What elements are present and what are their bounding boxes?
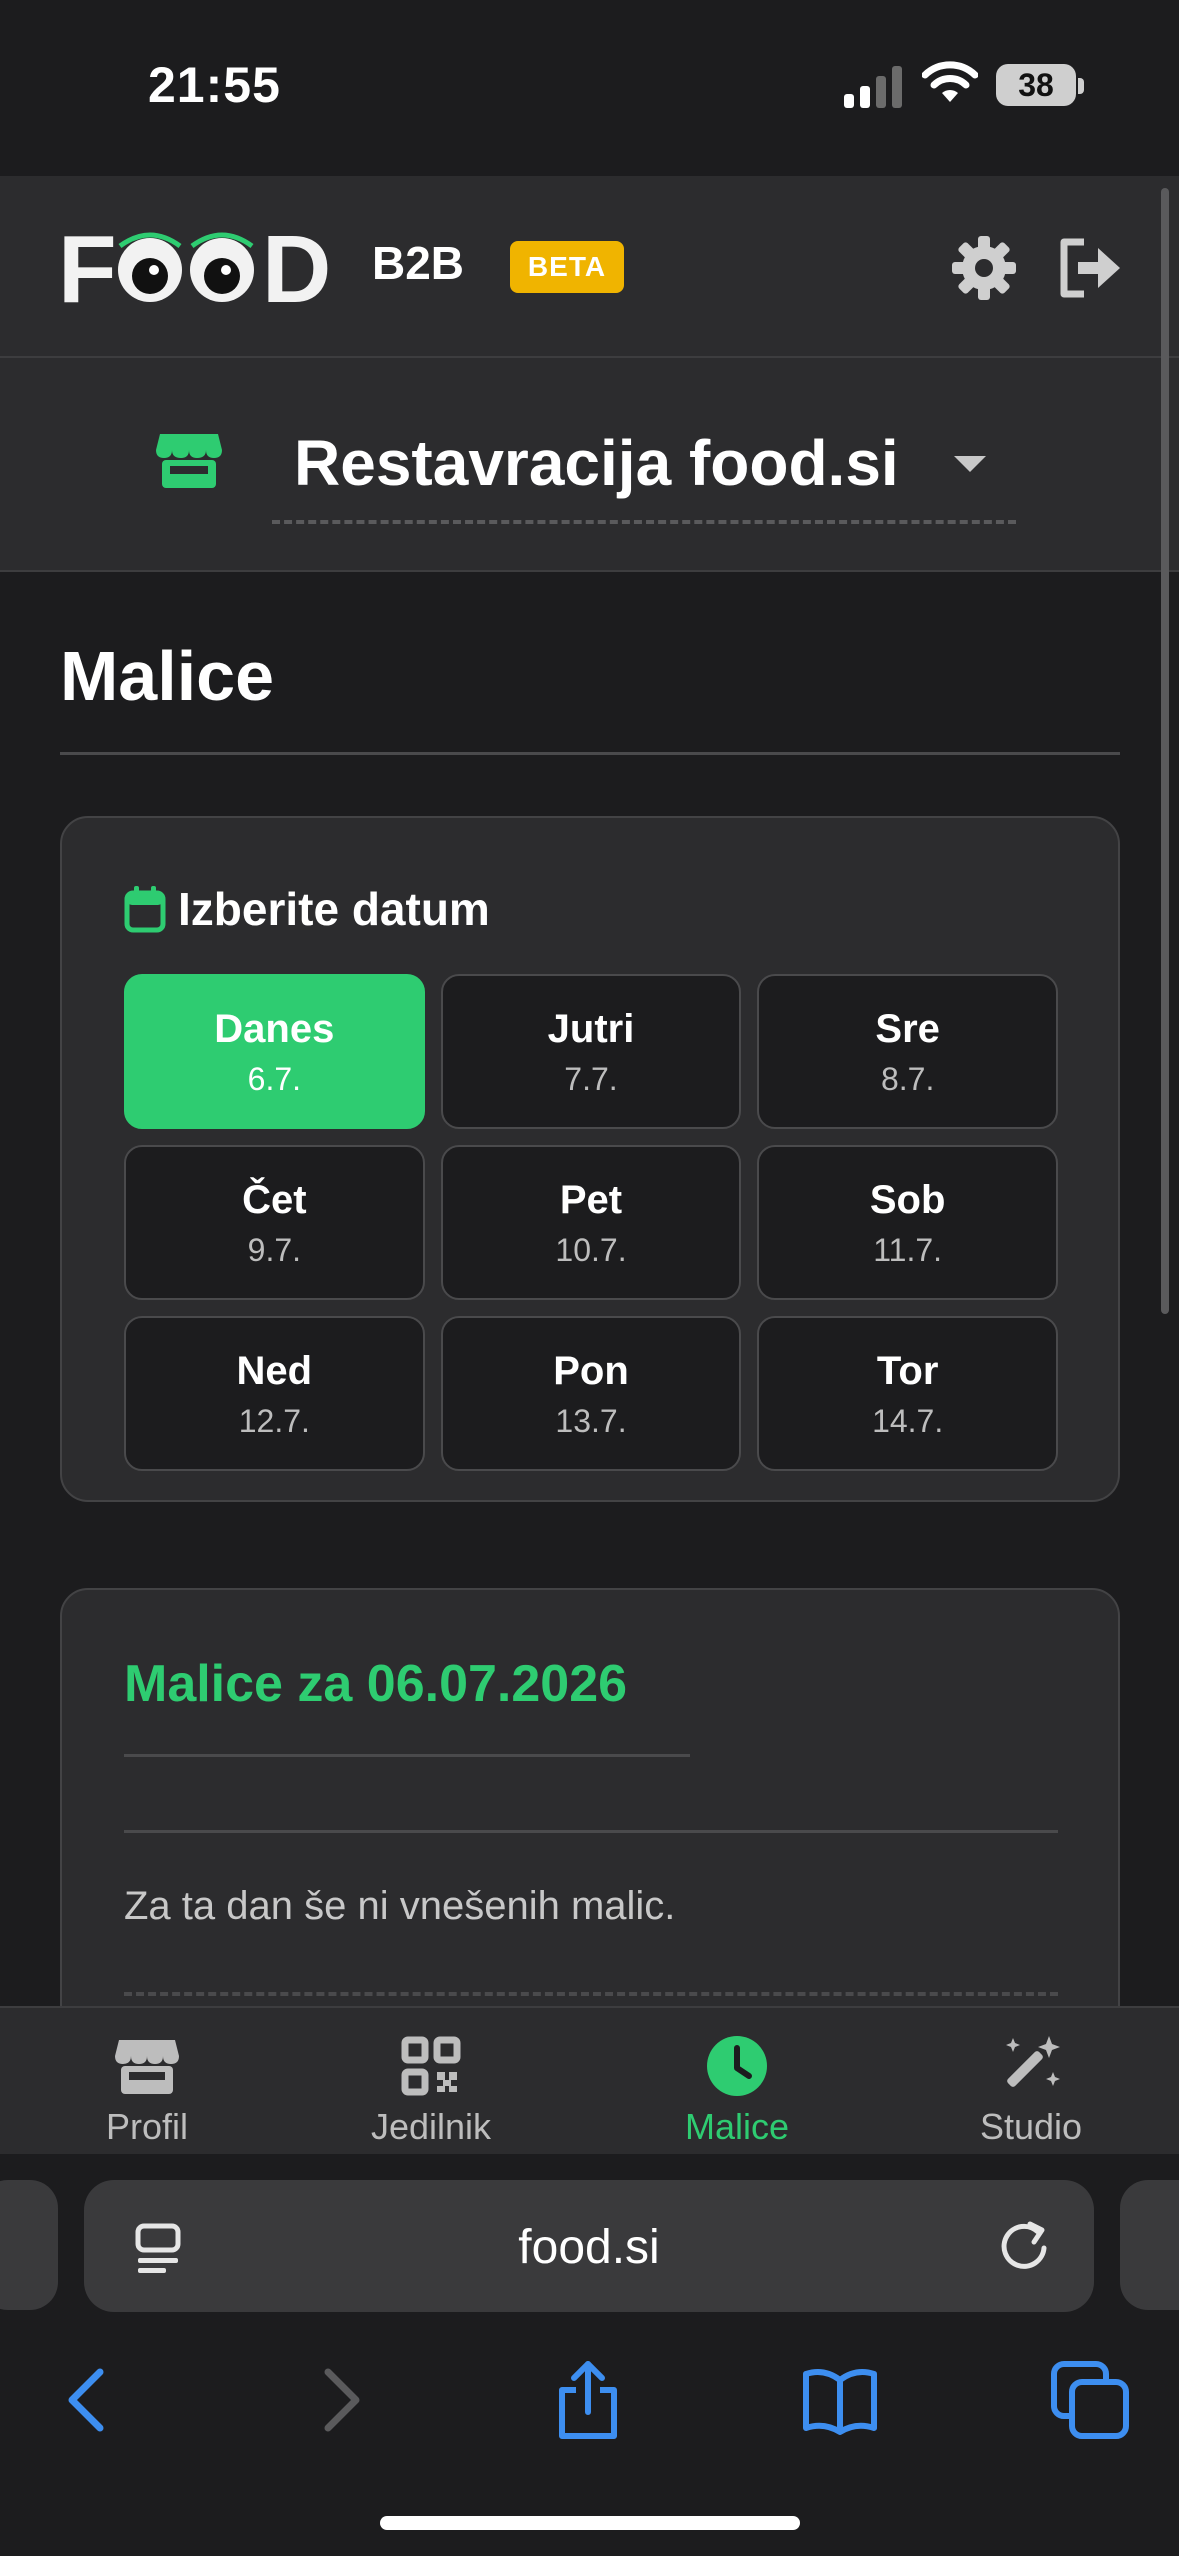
date-day: Čet xyxy=(242,1178,307,1222)
date-button-pon[interactable]: Pon 13.7. xyxy=(440,1316,742,1471)
date-value: 13.7. xyxy=(555,1403,627,1439)
date-button-ned[interactable]: Ned 12.7. xyxy=(124,1316,425,1471)
wifi-icon xyxy=(922,61,978,102)
date-picker-card: Izberite datum Danes 6.7. Jutri 7.7. Sre… xyxy=(60,816,1120,1502)
tab-label: Profil xyxy=(105,2106,189,2147)
home-indicator[interactable] xyxy=(380,2516,800,2530)
date-day: Jutri xyxy=(547,1007,635,1051)
screen: 21:55 38 F D B2B BETA Restavracija food.… xyxy=(0,0,1179,2556)
status-bar: 21:55 38 xyxy=(0,0,1179,176)
app-header: F D B2B BETA xyxy=(0,176,1179,358)
tabs-icon[interactable] xyxy=(1050,2360,1130,2440)
forward-icon[interactable] xyxy=(300,2360,380,2440)
date-value: 8.7. xyxy=(880,1061,935,1097)
date-day: Sob xyxy=(869,1178,946,1222)
back-icon[interactable] xyxy=(48,2360,128,2440)
scrollbar[interactable] xyxy=(1161,188,1169,1314)
battery-level: 38 xyxy=(1018,67,1054,103)
date-button-sob[interactable]: Sob 11.7. xyxy=(757,1145,1058,1300)
battery-icon: 38 xyxy=(996,64,1076,106)
date-day: Tor xyxy=(876,1349,939,1393)
store-icon xyxy=(115,2040,179,2094)
status-time: 21:55 xyxy=(148,57,281,113)
browser-nav-row xyxy=(0,2354,1179,2444)
date-picker-title: Izberite datum xyxy=(178,883,490,935)
date-value: 12.7. xyxy=(238,1403,310,1439)
date-value: 10.7. xyxy=(555,1232,627,1268)
meals-divider xyxy=(124,1830,1058,1833)
date-button-pet[interactable]: Pet 10.7. xyxy=(440,1145,742,1300)
logout-icon[interactable] xyxy=(1054,232,1126,304)
date-value: 14.7. xyxy=(872,1403,944,1439)
restaurant-name: Restavracija food.si xyxy=(294,427,899,499)
page-title: Malice xyxy=(60,637,274,715)
svg-text:D: D xyxy=(262,216,331,312)
store-icon xyxy=(156,434,222,488)
meals-title: Malice za 06.07.2026 xyxy=(124,1655,628,1713)
tab-profil[interactable]: Profil xyxy=(0,2008,294,2156)
date-picker-header: Izberite datum xyxy=(124,882,490,936)
date-day: Pet xyxy=(559,1178,623,1222)
tab-label: Jedilnik xyxy=(370,2106,492,2147)
tab-studio[interactable]: Studio xyxy=(884,2008,1178,2156)
date-day: Sre xyxy=(875,1007,940,1051)
date-button-tor[interactable]: Tor 14.7. xyxy=(757,1316,1058,1471)
gear-icon[interactable] xyxy=(948,232,1020,304)
svg-text:F: F xyxy=(58,216,117,312)
tab-malice[interactable]: Malice xyxy=(590,2008,884,2156)
tab-label: Studio xyxy=(979,2106,1083,2147)
date-day: Pon xyxy=(553,1349,629,1393)
title-divider xyxy=(60,752,1120,755)
date-value: 7.7. xyxy=(564,1061,618,1097)
bookmarks-icon[interactable] xyxy=(800,2360,880,2440)
cellular-signal-icon xyxy=(844,66,902,108)
meals-title-underline xyxy=(124,1754,690,1757)
battery-tip xyxy=(1078,78,1084,94)
next-tab-preview[interactable] xyxy=(1120,2180,1179,2310)
browser-toolbar: food.si xyxy=(0,2154,1179,2556)
reload-icon[interactable] xyxy=(994,2216,1054,2276)
qr-code-icon xyxy=(401,2036,461,2096)
date-grid: Danes 6.7. Jutri 7.7. Sre 8.7. Čet 9.7. … xyxy=(124,974,1058,1471)
caret-down-icon xyxy=(954,456,986,472)
date-button-danes[interactable]: Danes 6.7. xyxy=(124,974,425,1129)
meals-card: Malice za 06.07.2026 Za ta dan še ni vne… xyxy=(60,1588,1120,2006)
calendar-icon xyxy=(124,886,166,933)
date-day: Ned xyxy=(236,1349,313,1393)
date-button-sre[interactable]: Sre 8.7. xyxy=(757,974,1058,1129)
previous-tab-preview[interactable] xyxy=(0,2180,58,2310)
url-text: food.si xyxy=(518,2221,660,2274)
beta-badge: BETA xyxy=(510,241,624,293)
clock-icon xyxy=(707,2036,767,2096)
share-icon[interactable] xyxy=(548,2360,628,2440)
tab-jedilnik[interactable]: Jedilnik xyxy=(284,2008,578,2156)
date-button-cet[interactable]: Čet 9.7. xyxy=(124,1145,425,1300)
date-value: 6.7. xyxy=(247,1061,302,1097)
restaurant-select[interactable]: Restavracija food.si xyxy=(272,414,1016,524)
date-button-jutri[interactable]: Jutri 7.7. xyxy=(440,974,742,1129)
date-value: 9.7. xyxy=(247,1232,302,1268)
restaurant-bar: Restavracija food.si xyxy=(0,358,1179,572)
meals-empty-message: Za ta dan še ni vnešenih malic. xyxy=(124,1884,676,1928)
bottom-tab-bar: Profil Jedilnik Malice Studio xyxy=(0,2006,1179,2154)
magic-wand-icon xyxy=(1006,2036,1060,2087)
date-value: 11.7. xyxy=(873,1232,943,1268)
main-content: Malice Izberite datum Danes 6.7. Jutri 7… xyxy=(0,572,1179,2006)
food-logo[interactable]: F D xyxy=(58,216,344,312)
add-meal-dropzone[interactable] xyxy=(124,1992,1058,1996)
address-bar[interactable]: food.si xyxy=(84,2180,1094,2312)
brand-suffix: B2B xyxy=(372,237,465,289)
date-day: Danes xyxy=(214,1007,335,1051)
tab-label: Malice xyxy=(684,2106,790,2147)
